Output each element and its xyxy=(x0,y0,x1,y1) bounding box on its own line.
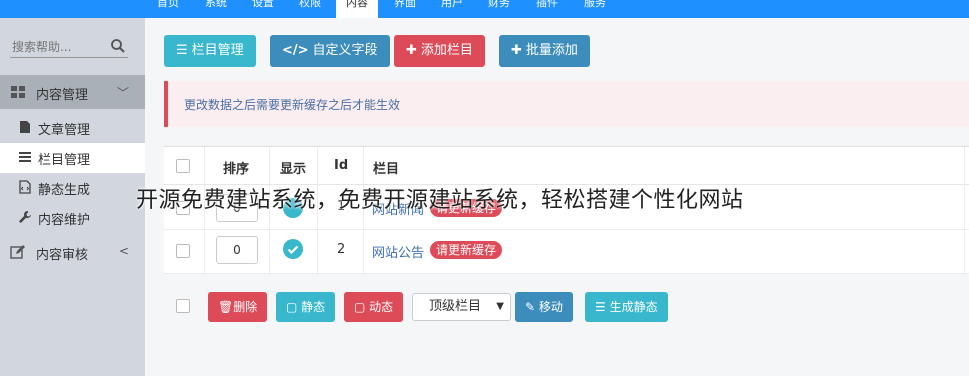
select-all-checkbox[interactable] xyxy=(176,159,190,173)
nav-services[interactable]: 服务 xyxy=(574,0,616,18)
update-cache-badge: 请更新缓存 xyxy=(430,241,503,259)
nav-home[interactable]: 首页 xyxy=(147,0,189,18)
sidebar-item-maintenance[interactable]: 内容维护 xyxy=(0,203,145,233)
code-icon: </> xyxy=(282,43,309,58)
notice-text: 更改数据之后需要更新缓存之后才能生效 xyxy=(184,98,401,112)
search-input[interactable]: 搜索帮助... xyxy=(10,36,128,58)
table-row: 0 2 网站公告 请更新缓存 xyxy=(164,230,969,274)
header-id: Id xyxy=(334,158,349,173)
target-column-select[interactable]: 顶级栏目 ▼ xyxy=(412,293,511,321)
list-icon: ☰ xyxy=(595,300,610,314)
header-sort: 排序 xyxy=(223,162,250,177)
list-icon: ☰ xyxy=(176,43,188,58)
search-placeholder: 搜索帮助... xyxy=(12,40,72,54)
nav-system[interactable]: 系统 xyxy=(195,0,237,18)
nav-users[interactable]: 用户 xyxy=(431,0,473,18)
bulk-select-checkbox[interactable] xyxy=(176,299,190,313)
check-circle-icon[interactable] xyxy=(283,239,303,259)
delete-button[interactable]: 🗑删除 xyxy=(208,292,268,322)
notice-alert: 更改数据之后需要更新缓存之后才能生效 xyxy=(164,81,969,127)
sidebar-item-label: 文章管理 xyxy=(38,123,91,138)
search-icon[interactable] xyxy=(110,38,126,54)
sidebar-item-articles[interactable]: 文章管理 xyxy=(0,113,145,143)
edit-icon xyxy=(10,244,26,260)
sidebar-item-label: 栏目管理 xyxy=(38,153,91,168)
custom-fields-button[interactable]: </> 自定义字段 xyxy=(270,35,390,67)
sidebar-item-label: 内容维护 xyxy=(38,213,91,228)
chevron-down-icon: ﹀ xyxy=(116,86,129,100)
caret-down-icon: ▼ xyxy=(496,301,504,312)
nav-content[interactable]: 内容 xyxy=(336,0,378,18)
row-checkbox[interactable] xyxy=(176,244,190,258)
sidebar-group-content-review[interactable]: 内容审核 < xyxy=(0,235,145,269)
static-button[interactable]: ▢ 静态 xyxy=(276,292,336,322)
table-header: 排序 显示 Id 栏目 xyxy=(164,147,969,185)
file-icon: ▢ xyxy=(354,300,370,314)
column-name-link[interactable]: 网站公告 xyxy=(372,242,424,261)
generate-static-button[interactable]: ☰ 生成静态 xyxy=(585,292,668,322)
plus-icon: ✚ xyxy=(511,43,522,58)
sidebar-item-label: 静态生成 xyxy=(38,183,91,198)
header-display: 显示 xyxy=(280,162,307,177)
column-manage-button[interactable]: ☰ 栏目管理 xyxy=(164,35,256,67)
watermark-text: 开源免费建站系统，免费开源建站系统，轻松搭建个性化网站 xyxy=(136,188,744,213)
top-nav: 首页 系统 设置 权限 内容 界面 用户 财务 插件 服务 xyxy=(0,0,969,18)
sidebar-group-label: 内容管理 xyxy=(36,88,89,103)
sidebar-group-content-management[interactable]: 内容管理 ﹀ xyxy=(0,75,145,109)
sidebar-item-columns[interactable]: 栏目管理 xyxy=(0,143,145,173)
file-icon xyxy=(18,120,32,134)
html-file-icon xyxy=(18,180,32,194)
dynamic-button[interactable]: ▢ 动态 xyxy=(344,292,404,322)
nav-plugins[interactable]: 插件 xyxy=(526,0,568,18)
batch-add-button[interactable]: ✚ 批量添加 xyxy=(499,35,590,67)
edit-icon: ✎ xyxy=(525,300,539,314)
trash-icon: 🗑 xyxy=(218,300,234,314)
sidebar-group-label: 内容审核 xyxy=(36,248,89,263)
add-column-button[interactable]: ✚ 添加栏目 xyxy=(394,35,485,67)
list-icon xyxy=(18,150,32,164)
header-column: 栏目 xyxy=(373,162,400,177)
nav-permissions[interactable]: 权限 xyxy=(289,0,331,18)
row-id: 2 xyxy=(337,242,346,257)
sort-input[interactable]: 0 xyxy=(216,236,258,264)
nav-finance[interactable]: 财务 xyxy=(478,0,520,18)
sidebar-item-static-generate[interactable]: 静态生成 xyxy=(0,173,145,203)
plus-icon: ✚ xyxy=(406,43,417,58)
wrench-icon xyxy=(18,210,32,224)
grid-icon xyxy=(10,84,26,100)
file-icon: ▢ xyxy=(286,300,302,314)
move-button[interactable]: ✎ 移动 xyxy=(515,292,573,322)
chevron-left-icon: < xyxy=(118,244,129,258)
sidebar: 搜索帮助... 内容管理 ﹀ 文章管理 栏目管理 静态生成 内容维护 内容审核 … xyxy=(0,18,145,376)
nav-settings[interactable]: 设置 xyxy=(242,0,284,18)
nav-interface[interactable]: 界面 xyxy=(384,0,426,18)
